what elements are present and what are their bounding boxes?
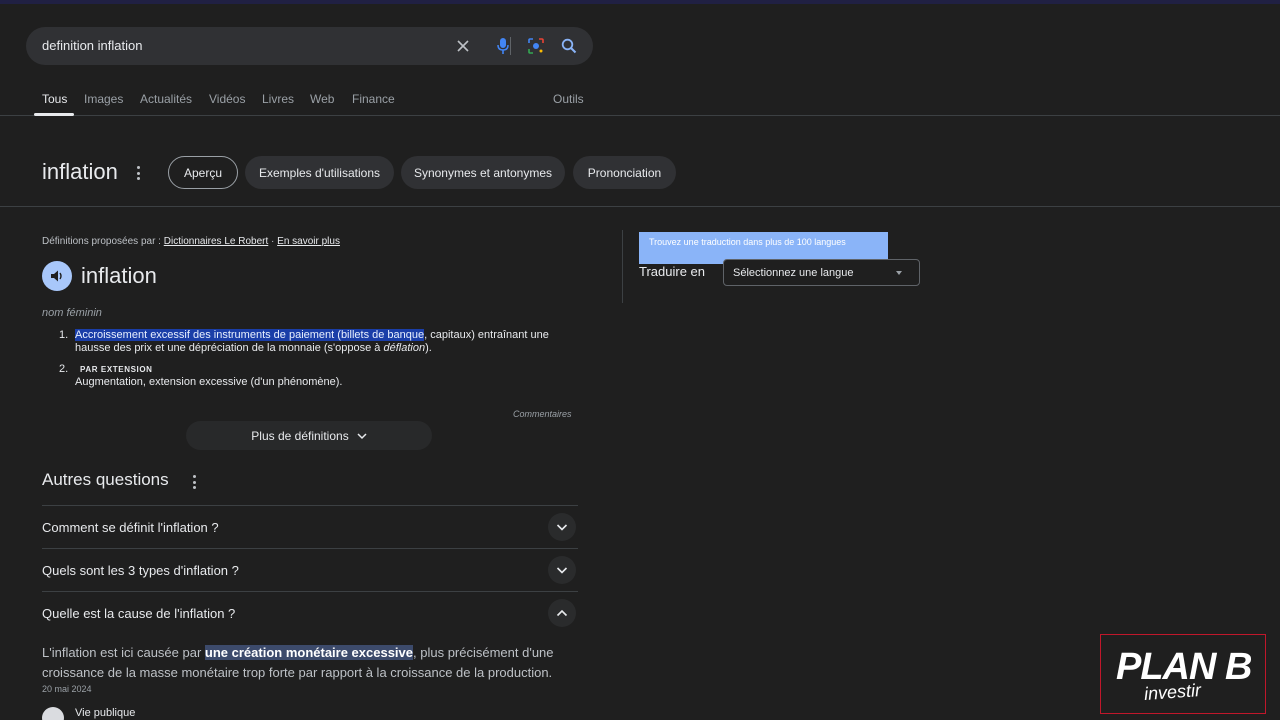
usage-tag: PAR EXTENSION — [80, 365, 153, 374]
collapse-button[interactable] — [548, 599, 576, 627]
tools-button[interactable]: Outils — [553, 92, 584, 106]
definition-end: ). — [425, 342, 432, 354]
search-bar[interactable]: definition inflation — [26, 27, 593, 65]
chip-synonymes[interactable]: Synonymes et antonymes — [401, 156, 565, 189]
caret-down-icon — [896, 271, 902, 275]
tab-finance[interactable]: Finance — [352, 92, 395, 106]
faq-question: Quels sont les 3 types d'inflation ? — [42, 563, 239, 578]
search-icon[interactable] — [559, 36, 579, 56]
other-questions-title: Autres questions — [42, 470, 169, 489]
more-options-icon[interactable] — [133, 166, 143, 180]
tab-actualites[interactable]: Actualités — [140, 92, 192, 106]
faq-item[interactable]: Quelle est la cause de l'inflation ? — [42, 591, 578, 634]
column-divider — [622, 230, 623, 303]
tab-videos[interactable]: Vidéos — [209, 92, 245, 106]
expand-button[interactable] — [548, 513, 576, 541]
window-top-strip — [0, 0, 1280, 4]
tab-tous[interactable]: Tous — [42, 92, 67, 106]
language-select[interactable]: Sélectionnez une langue — [723, 259, 920, 286]
faq-item[interactable]: Comment se définit l'inflation ? — [42, 505, 578, 548]
more-definitions-button[interactable]: Plus de définitions — [186, 421, 432, 450]
chip-prononciation[interactable]: Prononciation — [573, 156, 676, 189]
chevron-down-icon — [556, 567, 568, 574]
word-title: inflation — [42, 159, 118, 184]
faq-answer: L'inflation est ici causée par une créat… — [42, 643, 582, 683]
source-link[interactable]: Dictionnaires Le Robert — [164, 236, 269, 247]
more-options-icon[interactable] — [189, 475, 199, 489]
expand-button[interactable] — [548, 556, 576, 584]
definition-item: 1. Accroissement excessif des instrument… — [42, 329, 582, 355]
faq-item[interactable]: Quels sont les 3 types d'inflation ? — [42, 548, 578, 591]
search-input[interactable]: definition inflation — [42, 38, 142, 53]
chevron-up-icon — [556, 609, 568, 617]
language-select-value: Sélectionnez une langue — [733, 267, 854, 279]
definition-text: Augmentation, extension excessive (d'un … — [75, 376, 343, 388]
definition-italic[interactable]: déflation — [383, 342, 425, 354]
active-tab-indicator — [34, 113, 74, 116]
learn-more-link[interactable]: En savoir plus — [277, 236, 340, 247]
source-favicon-icon — [42, 707, 64, 720]
clear-icon[interactable] — [453, 36, 473, 56]
answer-date: 20 mai 2024 — [42, 684, 92, 694]
watermark-logo: PLAN B investir — [1100, 634, 1266, 714]
tab-livres[interactable]: Livres — [262, 92, 294, 106]
microphone-icon[interactable] — [493, 36, 513, 56]
chip-apercu[interactable]: Aperçu — [168, 156, 238, 189]
definition-list: 1. Accroissement excessif des instrument… — [42, 329, 582, 389]
tab-images[interactable]: Images — [84, 92, 123, 106]
more-definitions-label: Plus de définitions — [251, 428, 349, 443]
logo-subtext: investir — [1143, 680, 1202, 704]
chevron-down-icon — [556, 524, 568, 531]
answer-source-link[interactable]: Vie publique — [75, 707, 135, 719]
lens-icon[interactable] — [526, 36, 546, 56]
definition-item: 2. PAR EXTENSION Augmentation, extension… — [42, 363, 582, 389]
search-tabs: Tous Images Actualités Vidéos Livres Web… — [0, 80, 1280, 116]
chip-exemples[interactable]: Exemples d'utilisations — [245, 156, 394, 189]
source-prefix: Définitions proposées par : — [42, 236, 161, 247]
dictionary-word: inflation — [81, 263, 157, 288]
pronounce-button[interactable] — [42, 261, 72, 291]
tab-web[interactable]: Web — [310, 92, 334, 106]
comments-link[interactable]: Commentaires — [513, 409, 572, 419]
faq-question: Comment se définit l'inflation ? — [42, 520, 219, 535]
part-of-speech: nom féminin — [42, 307, 102, 319]
definition-number: 1. — [59, 329, 69, 341]
faq-question: Quelle est la cause de l'inflation ? — [42, 606, 236, 621]
translate-label: Traduire en — [639, 264, 705, 279]
selected-text: Accroissement excessif des instruments d… — [75, 329, 425, 341]
source-separator: · — [271, 236, 275, 247]
definition-source: Définitions proposées par : Dictionnaire… — [42, 236, 340, 247]
definition-number: 2. — [59, 363, 69, 375]
answer-text: L'inflation est ici causée par — [42, 645, 205, 660]
word-header: inflation Aperçu Exemples d'utilisations… — [0, 150, 1280, 207]
answer-highlight: une création monétaire excessive — [204, 645, 414, 660]
speaker-icon — [51, 270, 62, 282]
chevron-down-icon — [357, 432, 367, 439]
